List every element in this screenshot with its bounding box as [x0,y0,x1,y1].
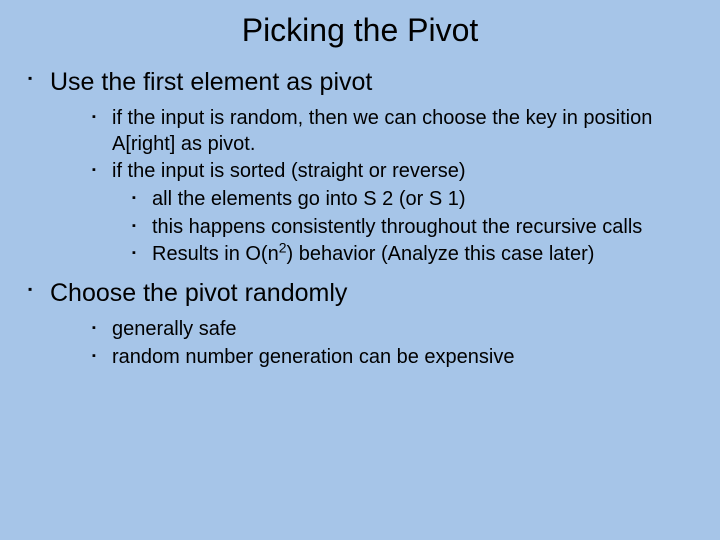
bullet-text: if the input is random, then we can choo… [112,107,652,155]
bullet-lvl2: if the input is sorted (straight or reve… [92,159,700,267]
bullet-text: random number generation can be expensiv… [112,346,514,368]
superscript: 2 [279,240,287,256]
bullet-text: Results in O(n [152,243,279,265]
slide: Picking the Pivot Use the first element … [0,0,720,540]
bullet-lvl1: Use the first element as pivot if the in… [28,67,700,268]
bullet-lvl3: all the elements go into S 2 (or S 1) [132,187,700,213]
slide-title: Picking the Pivot [20,12,700,49]
bullet-lvl2: random number generation can be expensiv… [92,345,700,371]
bullet-text: this happens consistently throughout the… [152,216,642,238]
bullet-list: Use the first element as pivot if the in… [20,67,700,370]
bullet-text: if the input is sorted (straight or reve… [112,160,465,182]
bullet-subsublist: all the elements go into S 2 (or S 1) th… [112,187,700,268]
bullet-lvl3: Results in O(n2) behavior (Analyze this … [132,242,700,268]
bullet-lvl1: Choose the pivot randomly generally safe… [28,278,700,370]
bullet-text: Use the first element as pivot [50,68,372,96]
bullet-sublist: if the input is random, then we can choo… [50,106,700,268]
bullet-sublist: generally safe random number generation … [50,317,700,370]
bullet-lvl2: if the input is random, then we can choo… [92,106,700,157]
bullet-text: Choose the pivot randomly [50,279,347,307]
bullet-text: ) behavior (Analyze this case later) [287,243,595,265]
bullet-text: all the elements go into S 2 (or S 1) [152,188,466,210]
bullet-lvl3: this happens consistently throughout the… [132,215,700,241]
bullet-text: generally safe [112,318,237,340]
bullet-lvl2: generally safe [92,317,700,343]
